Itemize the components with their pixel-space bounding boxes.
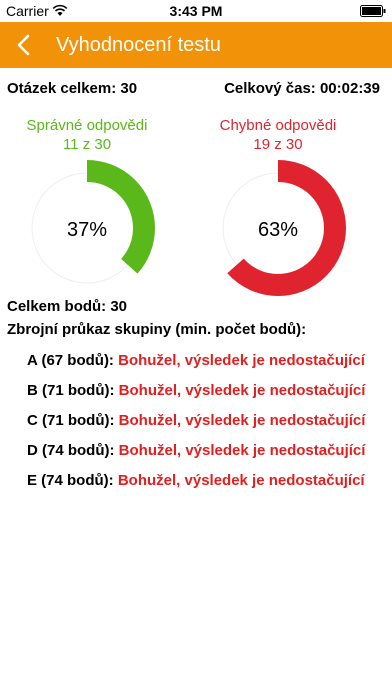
correct-percent: 37% [67, 219, 107, 241]
group-row-a: A (67 bodů): Bohužel, výsledek je nedost… [27, 352, 365, 382]
wrong-label: Chybné odpovědi [219, 117, 337, 134]
wrong-answers-chart: Chybné odpovědi 19 z 30 63% [198, 116, 358, 298]
wrong-donut: 63% [210, 160, 346, 296]
group-result: Bohužel, výsledek je nedostačující [118, 412, 366, 429]
group-label: B (71 bodů): [27, 382, 115, 399]
wrong-count: 19 z 30 [253, 136, 303, 153]
groups-title: Zbrojní průkaz skupiny (min. počet bodů)… [7, 321, 307, 338]
nav-bar: Vyhodnocení testu [0, 22, 392, 68]
back-chevron-icon[interactable] [16, 34, 32, 56]
group-row-e: E (74 bodů): Bohužel, výsledek je nedost… [27, 472, 365, 502]
wrong-percent: 63% [258, 219, 298, 241]
status-time: 3:43 PM [169, 3, 223, 19]
group-result: Bohužel, výsledek je nedostačující [118, 442, 366, 459]
group-row-b: B (71 bodů): Bohužel, výsledek je nedost… [27, 382, 365, 412]
group-row-c: C (71 bodů): Bohužel, výsledek je nedost… [27, 412, 365, 442]
correct-label: Správné odpovědi [26, 117, 148, 134]
correct-count: 11 z 30 [62, 136, 112, 153]
summary-row: Otázek celkem: 30 Celkový čas: 00:02:39 [7, 80, 380, 100]
battery-icon [360, 5, 386, 17]
group-label: E (74 bodů): [27, 472, 114, 489]
questions-total: Otázek celkem: 30 [7, 80, 138, 97]
group-label: D (74 bodů): [27, 442, 115, 459]
total-time: Celkový čas: 00:02:39 [224, 80, 380, 97]
correct-donut: 37% [19, 160, 155, 296]
group-result: Bohužel, výsledek je nedostačující [118, 382, 366, 399]
group-list: A (67 bodů): Bohužel, výsledek je nedost… [27, 352, 365, 502]
points-total: Celkem bodů: 30 [7, 298, 128, 315]
status-bar: Carrier 3:43 PM [0, 0, 392, 22]
group-result: Bohužel, výsledek je nedostačující [117, 472, 365, 489]
page-title: Vyhodnocení testu [56, 34, 221, 56]
group-row-d: D (74 bodů): Bohužel, výsledek je nedost… [27, 442, 365, 472]
correct-answers-chart: Správné odpovědi 11 z 30 37% [7, 116, 167, 298]
group-label: A (67 bodů): [27, 352, 114, 369]
group-result: Bohužel, výsledek je nedostačující [118, 352, 365, 369]
group-label: C (71 bodů): [27, 412, 115, 429]
